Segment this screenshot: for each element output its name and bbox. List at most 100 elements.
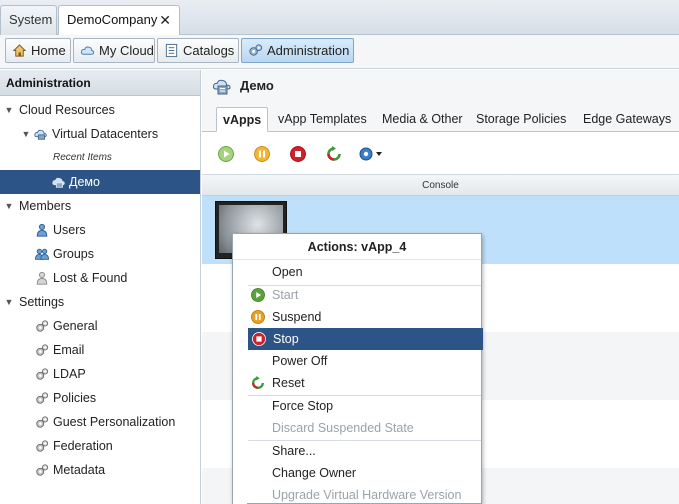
page-title: Демо — [240, 78, 274, 93]
tree-label: Virtual Datacenters — [52, 127, 159, 141]
page-header: Демо — [202, 70, 679, 104]
administration-label: Administration — [267, 43, 350, 58]
menu-item-label: Suspend — [272, 310, 322, 324]
menu-item-reset[interactable]: Reset — [247, 372, 482, 394]
actions-gear-icon[interactable] — [358, 146, 384, 162]
main-nav: Home My Cloud Catalogs Administration — [0, 35, 679, 69]
gears-icon — [249, 44, 263, 56]
tab-vapp-templates[interactable]: vApp Templates — [272, 107, 373, 132]
tree-label: General — [53, 319, 98, 333]
tab-media-other[interactable]: Media & Other — [376, 107, 469, 132]
collapse-arrow-icon[interactable]: ▼ — [4, 290, 14, 314]
sidebar-header: Administration — [0, 70, 200, 96]
tab-label: vApp Templates — [278, 112, 367, 126]
stop-icon — [252, 332, 266, 346]
menu-item-label: Discard Suspended State — [272, 421, 414, 435]
menu-item-label: Start — [272, 288, 299, 302]
administration-button[interactable]: Administration — [241, 38, 354, 63]
menu-item-power-off[interactable]: Power Off — [247, 350, 482, 372]
tree-virtual-datacenters[interactable]: ▼ Virtual Datacenters — [0, 122, 200, 146]
home-button[interactable]: Home — [5, 38, 71, 63]
menu-item-change-owner[interactable]: Change Owner — [247, 462, 482, 484]
tree-policies[interactable]: Policies — [0, 386, 200, 410]
tree-label: Lost & Found — [53, 271, 128, 285]
gears-icon — [36, 344, 49, 356]
menu-item-start[interactable]: Start — [247, 284, 482, 306]
tree-label: Policies — [53, 391, 97, 405]
menu-item-share[interactable]: Share... — [247, 440, 482, 462]
tree-members[interactable]: ▼ Members — [0, 194, 200, 218]
tab-vapps[interactable]: vApps — [216, 107, 269, 132]
tab-system[interactable]: System — [0, 5, 57, 36]
collapse-arrow-icon[interactable]: ▼ — [4, 194, 14, 218]
menu-item-discard-suspended-state[interactable]: Discard Suspended State — [247, 417, 482, 439]
collapse-arrow-icon[interactable]: ▼ — [4, 98, 14, 122]
menu-item-suspend[interactable]: Suspend — [247, 306, 482, 328]
menu-item-open[interactable]: Open — [247, 261, 482, 283]
tree-email[interactable]: Email — [0, 338, 200, 362]
suspend-icon[interactable] — [254, 146, 270, 162]
tree-settings[interactable]: ▼ Settings — [0, 290, 200, 314]
tree-label: Демо — [69, 175, 100, 189]
menu-item-upgrade-virtual-hardware[interactable]: Upgrade Virtual Hardware Version — [247, 484, 482, 504]
context-menu-title: Actions: vApp_4 — [233, 234, 481, 260]
content-tabs: vApps vApp Templates Media & Other Stora… — [202, 104, 679, 132]
lost-user-icon — [36, 271, 48, 285]
menu-item-label: Open — [272, 265, 303, 279]
gears-icon — [36, 416, 49, 428]
gears-icon — [36, 320, 49, 332]
tree-label: Cloud Resources — [19, 103, 115, 117]
menu-item-label: Upgrade Virtual Hardware Version — [272, 488, 462, 502]
tab-democompany[interactable]: DemoCompany ✕ — [58, 5, 180, 36]
tab-storage-policies[interactable]: Storage Policies — [470, 107, 572, 132]
tree-label: Members — [19, 199, 72, 213]
tab-democompany-label: DemoCompany — [67, 12, 158, 27]
tab-label: Media & Other — [382, 112, 463, 126]
menu-item-label: Stop — [273, 332, 299, 346]
catalog-icon — [165, 43, 178, 58]
catalogs-button[interactable]: Catalogs — [157, 38, 239, 63]
stop-icon[interactable] — [290, 146, 306, 162]
recent-items-label: Recent Items — [53, 152, 112, 163]
tab-edge-gateways[interactable]: Edge Gateways — [577, 107, 677, 132]
gears-icon — [36, 392, 49, 404]
reset-icon — [252, 376, 264, 389]
tree-label: Users — [53, 223, 86, 237]
sidebar: Administration ▼ Cloud Resources ▼ Virtu… — [0, 70, 201, 504]
datacenter-icon — [52, 177, 65, 188]
gears-icon — [36, 368, 49, 380]
tree-label: Settings — [19, 295, 65, 309]
tree-label: Email — [53, 343, 85, 357]
tree-users[interactable]: Users — [0, 218, 200, 242]
menu-item-label: Power Off — [272, 354, 328, 368]
close-icon[interactable]: ✕ — [159, 6, 171, 34]
tree-metadata[interactable]: Metadata — [0, 458, 200, 482]
tree-ldap[interactable]: LDAP — [0, 362, 200, 386]
collapse-arrow-icon[interactable]: ▼ — [21, 122, 31, 146]
tree-cloud-resources[interactable]: ▼ Cloud Resources — [0, 98, 200, 122]
tree-recent-items: Recent Items — [0, 146, 200, 170]
tree-item-demo[interactable]: Демо — [0, 170, 200, 194]
tree-guest-personalization[interactable]: Guest Personalization — [0, 410, 200, 434]
start-icon[interactable] — [218, 146, 234, 162]
tree-groups[interactable]: Groups — [0, 242, 200, 266]
menu-gutter — [233, 260, 247, 504]
start-icon — [251, 288, 265, 302]
context-menu: Actions: vApp_4 Open Start Suspend Stop … — [232, 233, 483, 504]
reset-icon[interactable] — [326, 146, 342, 162]
home-label: Home — [31, 43, 66, 58]
tab-system-label: System — [9, 12, 53, 27]
tree-lost-found[interactable]: Lost & Found — [0, 266, 200, 290]
my-cloud-button[interactable]: My Cloud — [73, 38, 155, 63]
top-tab-bar: System DemoCompany ✕ — [0, 0, 679, 36]
cloud-icon — [80, 46, 95, 55]
tree-label: Federation — [53, 439, 113, 453]
menu-item-stop[interactable]: Stop — [248, 328, 483, 350]
tree-general[interactable]: General — [0, 314, 200, 338]
menu-item-force-stop[interactable]: Force Stop — [247, 395, 482, 417]
column-header-console[interactable]: Console — [202, 174, 679, 196]
home-icon — [12, 44, 27, 57]
tree-federation[interactable]: Federation — [0, 434, 200, 458]
catalogs-label: Catalogs — [183, 43, 235, 58]
tab-label: Edge Gateways — [583, 112, 672, 126]
